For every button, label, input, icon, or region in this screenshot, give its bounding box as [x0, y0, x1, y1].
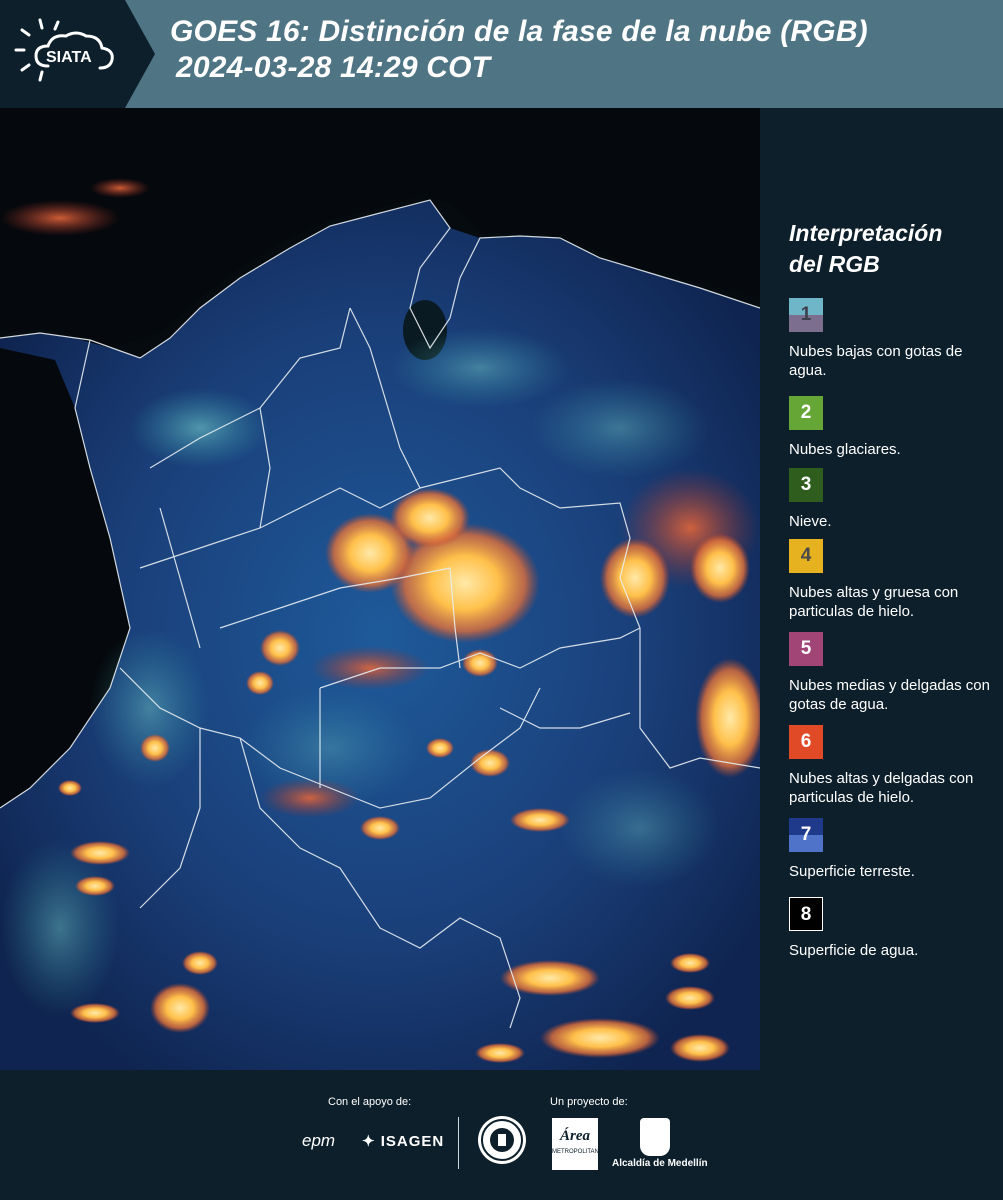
legend-item-8: 8 Superficie de agua.	[789, 897, 1001, 960]
header-bar: SIATA GOES 16: Distinción de la fase de …	[0, 0, 1003, 108]
seal-logo	[478, 1116, 526, 1164]
legend-item-4: 4 Nubes altas y gruesa con particulas de…	[789, 539, 1001, 621]
legend-label-6: Nubes altas y delgadas con particulas de…	[789, 770, 974, 806]
legend-number-1: 1	[800, 304, 812, 325]
legend-item-2: 2 Nubes glaciares.	[789, 396, 1001, 459]
medellin-label: Alcaldía de Medellín	[612, 1158, 708, 1169]
seal-icon	[481, 1119, 523, 1161]
legend-swatch-6: 6	[789, 725, 823, 759]
legend-title-line1: Interpretación	[789, 220, 943, 246]
footer: Con el apoyo de: Un proyecto de: epm ✦ I…	[0, 1070, 1003, 1200]
legend-panel: Interpretación del RGB 1 Nubes bajas con…	[760, 108, 1003, 1070]
area-metropolitana-logo: Área METROPOLITANA	[552, 1118, 603, 1170]
legend-swatch-2: 2	[789, 396, 823, 430]
project-label: Un proyecto de:	[550, 1096, 628, 1108]
legend-number-5: 5	[800, 638, 812, 659]
legend-item-1: 1 Nubes bajas con gotas de agua.	[789, 298, 1001, 380]
legend-label-1: Nubes bajas con gotas de agua.	[789, 343, 963, 379]
isagen-text: ISAGEN	[380, 1133, 445, 1150]
legend-item-5: 5 Nubes medias y delgadas con gotas de a…	[789, 632, 1001, 714]
legend-swatch-7: 7	[789, 818, 823, 852]
legend-number-3: 3	[800, 474, 812, 495]
support-label: Con el apoyo de:	[328, 1096, 412, 1108]
isagen-star-icon: ✦	[362, 1133, 376, 1150]
area-logo-text: Área	[560, 1128, 590, 1144]
legend-label-5: Nubes medias y delgadas con gotas de agu…	[789, 677, 990, 713]
area-logo-subtext: METROPOLITANA	[552, 1149, 603, 1155]
legend-label-3: Nieve.	[789, 513, 832, 530]
legend-number-7: 7	[800, 824, 812, 845]
legend-title-line2: del RGB	[789, 251, 880, 277]
legend-label-4: Nubes altas y gruesa con particulas de h…	[789, 584, 959, 620]
satellite-map	[0, 108, 760, 1070]
legend-number-4: 4	[800, 545, 812, 566]
legend-swatch-3: 3	[789, 468, 823, 502]
legend-item-3: 3 Nieve.	[789, 468, 1001, 531]
legend-swatch-1: 1	[789, 298, 823, 332]
legend-label-2: Nubes glaciares.	[789, 441, 901, 458]
isagen-logo: ✦ ISAGEN	[362, 1132, 444, 1150]
title-line2: 2024-03-28 14:29 COT	[176, 51, 491, 84]
page-title: GOES 16: Distinción de la fase de la nub…	[170, 14, 868, 86]
logo-tab: SIATA	[0, 0, 155, 108]
legend-label-7: Superficie terreste.	[789, 863, 915, 880]
legend-label-8: Superficie de agua.	[789, 942, 919, 959]
footer-divider	[458, 1117, 459, 1169]
legend-item-7: 7 Superficie terreste.	[789, 818, 1001, 881]
legend-number-6: 6	[800, 731, 812, 752]
title-line1: GOES 16: Distinción de la fase de la nub…	[170, 15, 868, 48]
legend-swatch-4: 4	[789, 539, 823, 573]
legend-number-2: 2	[800, 402, 812, 423]
legend-number-8: 8	[800, 904, 812, 925]
legend-swatch-5: 5	[789, 632, 823, 666]
legend-swatch-8: 8	[789, 897, 823, 931]
medellin-shield-icon	[640, 1118, 670, 1156]
epm-logo: epm	[302, 1131, 336, 1150]
legend-item-6: 6 Nubes altas y delgadas con particulas …	[789, 725, 1001, 807]
logo-text: SIATA	[46, 49, 92, 66]
legend-title: Interpretación del RGB	[789, 218, 942, 280]
satellite-image	[0, 108, 760, 1070]
